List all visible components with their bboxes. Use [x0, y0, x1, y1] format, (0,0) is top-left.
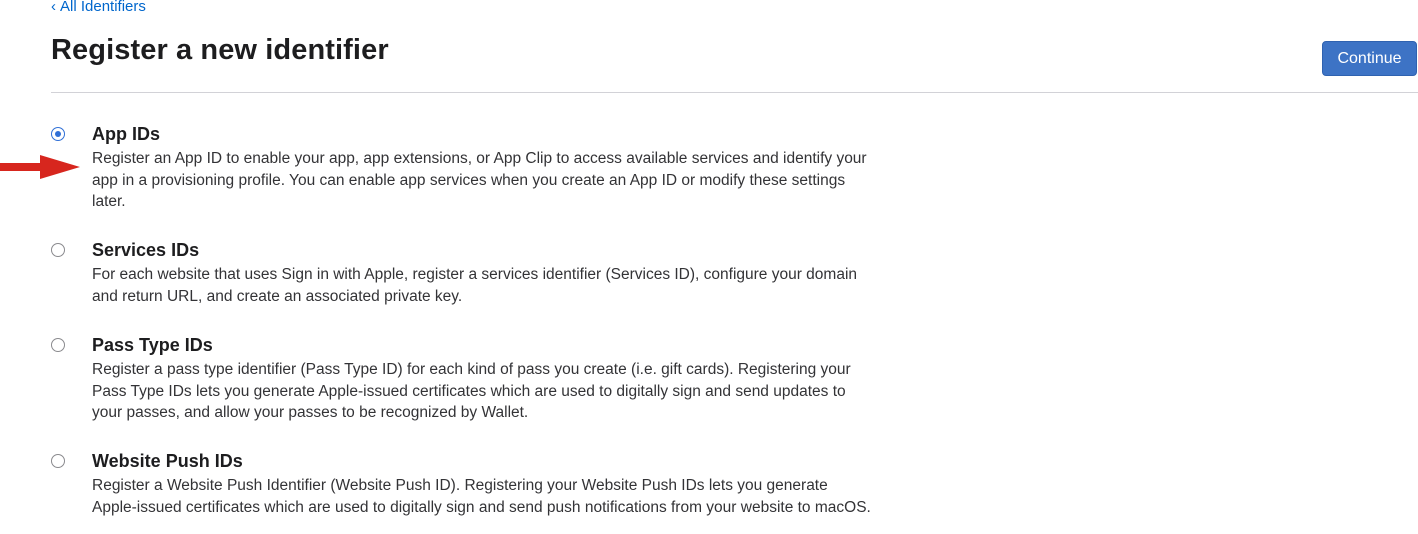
page-title: Register a new identifier — [51, 34, 389, 66]
chevron-left-icon: ‹ — [51, 0, 56, 15]
option-description-website-push-ids: Register a Website Push Identifier (Webs… — [92, 477, 871, 516]
red-arrow-annotation-icon — [0, 155, 80, 179]
option-title-pass-type-ids[interactable]: Pass Type IDs — [92, 335, 213, 356]
option-description-pass-type-ids: Register a pass type identifier (Pass Ty… — [92, 361, 851, 421]
option-description-app-ids: Register an App ID to enable your app, a… — [92, 150, 867, 210]
option-title-website-push-ids[interactable]: Website Push IDs — [92, 451, 243, 472]
continue-button[interactable]: Continue — [1322, 41, 1417, 76]
radio-website-push-ids[interactable] — [51, 454, 65, 468]
radio-app-ids[interactable] — [51, 127, 65, 141]
back-link-all-identifiers[interactable]: ‹ All Identifiers — [51, 0, 146, 15]
back-link-label: All Identifiers — [60, 0, 146, 15]
option-title-app-ids[interactable]: App IDs — [92, 124, 160, 145]
radio-pass-type-ids[interactable] — [51, 338, 65, 352]
arrow-shape — [0, 155, 80, 179]
header-divider — [51, 92, 1418, 93]
option-title-services-ids[interactable]: Services IDs — [92, 240, 199, 261]
radio-services-ids[interactable] — [51, 243, 65, 257]
option-description-services-ids: For each website that uses Sign in with … — [92, 266, 858, 305]
register-identifier-page: ‹ All Identifiers Register a new identif… — [0, 0, 1418, 534]
